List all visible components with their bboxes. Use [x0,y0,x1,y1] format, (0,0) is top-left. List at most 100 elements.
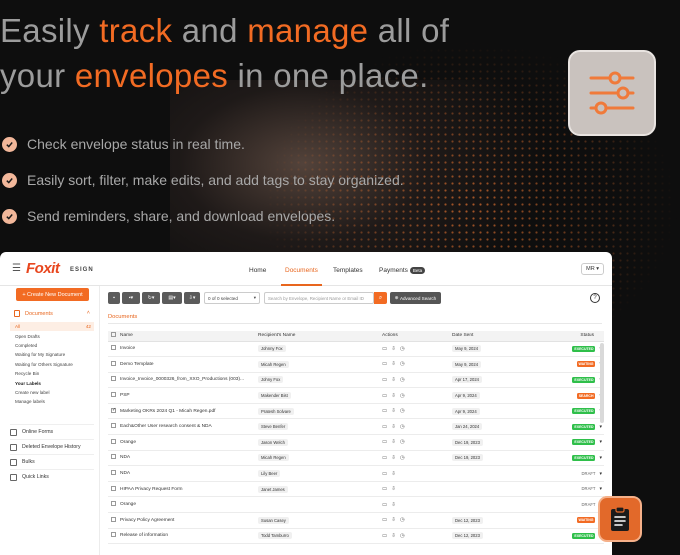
trash-icon[interactable]: ▪ [108,292,120,304]
folder-icon[interactable]: ▭ [382,424,391,430]
row-actions[interactable]: ▭⇩◷ [382,408,409,414]
col-status[interactable]: Status [542,331,604,342]
row-actions[interactable]: ▭⇩◷ [382,377,409,383]
sidebar-item-bulks[interactable]: Bulks [10,454,94,469]
download-icon[interactable]: ⇩▾ [184,292,200,304]
row-name[interactable]: HIPAA Privacy Request Form [120,481,258,498]
history-icon[interactable]: ◷ [400,439,409,445]
row-actions[interactable]: ▭⇩◷ [382,393,409,399]
row-actions[interactable]: ▭⇩◷ [382,361,409,367]
search-input[interactable]: Search by Envelope, Recipient Name or Em… [264,292,374,304]
sidebar-item-all[interactable]: All 42 [10,322,94,332]
history-icon[interactable]: ◷ [400,393,409,399]
tab-templates[interactable]: Templates [333,267,363,274]
chevron-down-icon[interactable]: ▾ [599,455,602,461]
row-checkbox[interactable] [111,501,116,507]
table-row[interactable]: Marketing OKRs 2024 Q1 - Micah Regen.pdf… [108,403,604,420]
row-name[interactable]: Invoice [120,341,258,358]
row-name[interactable]: Each&Other User research consent & NDA [120,418,258,436]
download-icon[interactable]: ⇩ [391,517,400,523]
refresh-icon[interactable]: ↻▾ [142,292,160,304]
history-icon[interactable]: ◷ [400,455,409,461]
sidebar-item-deleted-history[interactable]: Deleted Envelope History [10,439,94,454]
user-menu-button[interactable]: MR ▾ [581,263,604,275]
sidebar-documents-header[interactable]: Documents ˄ [14,310,94,317]
menu-icon[interactable]: ☰ [12,263,21,274]
row-name[interactable]: NDA [120,450,258,467]
row-checkbox[interactable] [111,438,116,444]
history-icon[interactable]: ◷ [400,533,409,539]
table-row[interactable]: Orange▭⇩DRAFT▾ [108,496,604,514]
filter-icon[interactable]: ▤▾ [162,292,182,304]
folder-icon[interactable]: ▭ [382,455,391,461]
table-row[interactable]: InvoiceJohnny Fox▭⇩◷May 9, 2024EXECUTED▾ [108,341,604,358]
help-icon[interactable]: ? [590,293,600,303]
download-icon[interactable]: ⇩ [391,393,400,399]
sidebar-item-waiting-others[interactable]: Waiting for Others Signature [10,360,94,369]
sidebar-item-manage-labels[interactable]: Manage labels [10,397,94,406]
row-name[interactable]: Release of information [120,528,258,545]
table-row[interactable]: PSPMakender Bist▭⇩◷Apr 9, 2024SEARCH▾ [108,387,604,404]
row-actions[interactable]: ▭⇩ [382,486,400,492]
folder-icon[interactable]: ▭ [382,517,391,523]
folder-icon[interactable]: ▭ [382,346,391,352]
row-name[interactable]: Orange [120,496,258,514]
history-icon[interactable]: ◷ [400,361,409,367]
history-icon[interactable]: ◷ [400,517,409,523]
row-checkbox[interactable] [111,360,116,366]
row-name[interactable]: PSP [120,387,258,404]
row-checkbox[interactable] [111,532,116,538]
folder-icon[interactable]: ▭ [382,361,391,367]
table-row[interactable]: Invoice_Invoice_0000326_from_XXO_Product… [108,372,604,389]
chevron-down-icon[interactable]: ▾ [599,439,602,445]
advanced-search-button[interactable]: ⊕ Advanced Search [390,292,441,304]
table-row[interactable]: NDA Lily Beer ▭⇩ DRAFT ▾ [108,465,604,482]
row-checkbox[interactable] [111,454,116,460]
row-actions[interactable]: ▭⇩ [382,502,400,508]
select-all-checkbox[interactable] [111,332,116,338]
row-checkbox[interactable] [111,392,116,398]
folder-icon[interactable]: ▭ [382,377,391,383]
col-recipient[interactable]: Recipient's Name [258,331,382,342]
row-actions[interactable]: ▭⇩◷ [382,346,409,352]
documents-tab[interactable]: Documents [108,314,138,324]
move-icon[interactable]: ▪▾ [122,292,140,304]
selection-dropdown[interactable]: 0 of 0 selected ▾ [204,292,260,304]
row-name[interactable]: Demo Template [120,356,258,373]
row-name[interactable]: Privacy Policy Agreement [120,512,258,529]
table-row[interactable]: Each&Other User research consent & NDA St… [108,418,604,436]
row-actions[interactable]: ▭⇩◷ [382,517,409,523]
history-icon[interactable]: ◷ [400,408,409,414]
sidebar-item-recycle-bin[interactable]: Recycle Bin [10,369,94,378]
row-name[interactable]: Orange [120,434,258,451]
download-icon[interactable]: ⇩ [391,439,400,445]
table-row[interactable]: Orange Jason Welch ▭⇩◷ Dec 19, 2023 EXECUTED… [108,434,604,451]
scrollbar[interactable] [600,343,604,423]
tab-home[interactable]: Home [249,267,266,274]
table-row[interactable]: Release of information Todd Tamburro ▭⇩◷ De… [108,528,604,545]
sidebar-item-completed[interactable]: Completed [10,341,94,350]
row-checkbox[interactable] [111,423,116,429]
sidebar-item-quick-links[interactable]: Quick Links [10,469,94,484]
history-icon[interactable]: ◷ [400,346,409,352]
history-icon[interactable]: ◷ [400,424,409,430]
col-date[interactable]: Date Sent [452,331,542,342]
tab-payments[interactable]: Payments Beta [379,267,426,274]
row-checkbox[interactable] [111,470,116,476]
row-checkbox[interactable] [111,485,116,491]
chevron-down-icon[interactable]: ▾ [599,424,602,430]
folder-icon[interactable]: ▭ [382,393,391,399]
table-row[interactable]: NDA Micah Regen ▭⇩◷ Dec 19, 2023 EXECUTED ▾ [108,450,604,467]
history-icon[interactable]: ◷ [400,377,409,383]
download-icon[interactable]: ⇩ [391,424,400,430]
row-name[interactable]: NDA [120,465,258,482]
sidebar-item-online-forms[interactable]: Online Forms [10,424,94,439]
search-icon[interactable]: ⌕ [374,292,387,304]
download-icon[interactable]: ⇩ [391,502,400,508]
folder-icon[interactable]: ▭ [382,408,391,414]
table-row[interactable]: Privacy Policy Agreement Susan Casey ▭⇩◷ De… [108,512,604,529]
row-actions[interactable]: ▭⇩◷ [382,455,409,461]
row-checkbox[interactable] [111,376,116,382]
download-icon[interactable]: ⇩ [391,455,400,461]
download-icon[interactable]: ⇩ [391,361,400,367]
